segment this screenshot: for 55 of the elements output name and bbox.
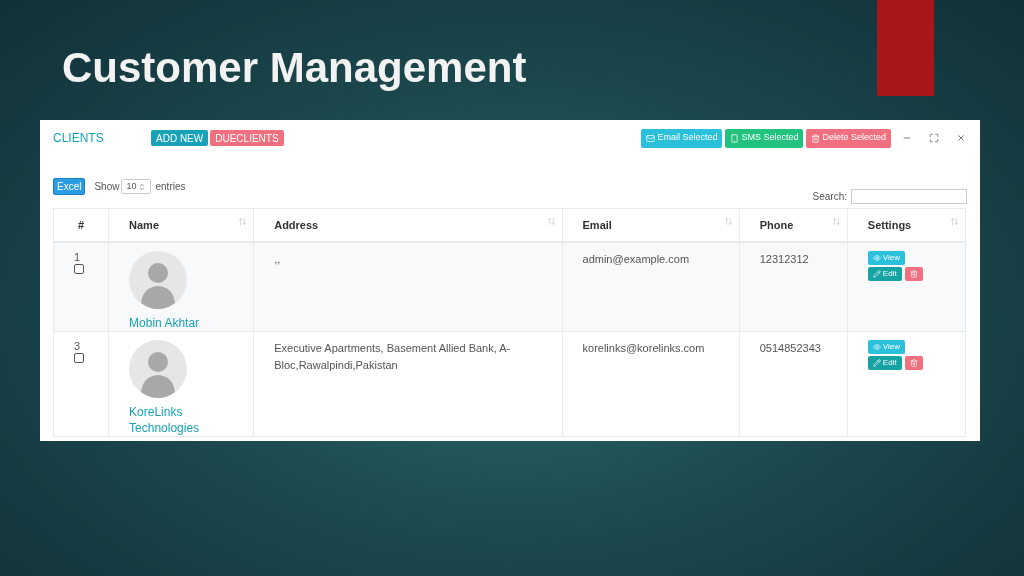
fullscreen-icon[interactable] bbox=[929, 133, 939, 143]
column-header[interactable]: Phone bbox=[739, 208, 848, 242]
column-header[interactable]: Address bbox=[253, 208, 563, 242]
sort-icon bbox=[831, 217, 841, 226]
action-icon bbox=[646, 133, 656, 143]
sort-icon bbox=[238, 217, 248, 226]
bulk-action-button[interactable]: Delete Selected bbox=[806, 128, 891, 148]
row-number: 1 bbox=[74, 250, 81, 263]
column-header[interactable]: Settings bbox=[847, 208, 966, 242]
avatar-icon bbox=[129, 250, 188, 309]
slide-title: Customer Management bbox=[62, 43, 527, 93]
column-header[interactable]: Name bbox=[108, 208, 254, 242]
pencil-icon bbox=[872, 269, 881, 278]
edit-button[interactable]: Edit bbox=[867, 356, 902, 370]
email-text: korelinks@korelinks.com bbox=[582, 342, 705, 354]
phone-text: 12312312 bbox=[759, 252, 809, 265]
trash-icon bbox=[909, 269, 918, 278]
trash-icon bbox=[909, 359, 918, 367]
show-label: Show bbox=[94, 180, 120, 194]
edit-button[interactable]: Edit bbox=[867, 266, 902, 281]
view-button[interactable]: View bbox=[867, 340, 906, 354]
panel-button[interactable]: DUECLIENTS bbox=[210, 130, 284, 146]
client-name[interactable]: Mobin Akhtar bbox=[129, 314, 200, 331]
delete-button[interactable] bbox=[904, 266, 923, 281]
panel-button[interactable]: ADD NEW bbox=[151, 130, 209, 146]
excel-button[interactable]: Excel bbox=[53, 178, 86, 195]
bulk-action-button[interactable]: Email Selected bbox=[641, 128, 723, 148]
search-label: Search: bbox=[812, 190, 847, 204]
panel-title: CLIENTS bbox=[53, 130, 105, 147]
sort-icon bbox=[950, 217, 959, 226]
page-size-select[interactable]: 10 bbox=[121, 179, 152, 194]
action-icon bbox=[811, 133, 821, 143]
email-text: admin@example.com bbox=[582, 252, 690, 265]
row-number: 3 bbox=[74, 340, 81, 352]
avatar-icon bbox=[129, 340, 188, 398]
close-icon[interactable] bbox=[956, 133, 966, 143]
action-icon bbox=[730, 133, 740, 143]
entries-label: entries bbox=[155, 180, 186, 194]
spinner-icon bbox=[138, 182, 147, 191]
address-text: ,, bbox=[274, 252, 281, 265]
address-text: Executive Apartments, Basement Allied Bank, A-Bloc,Rawalpindi,Pakistan bbox=[274, 342, 511, 371]
column-header[interactable]: # bbox=[53, 208, 109, 242]
eye-icon bbox=[872, 343, 881, 351]
row-checkbox[interactable] bbox=[74, 263, 84, 274]
search-field[interactable] bbox=[851, 189, 967, 204]
column-header[interactable]: Email bbox=[562, 208, 740, 242]
view-button[interactable]: View bbox=[867, 250, 906, 265]
phone-text: 0514852343 bbox=[759, 342, 821, 354]
delete-button[interactable] bbox=[904, 356, 923, 370]
sort-icon bbox=[723, 217, 733, 226]
sort-icon bbox=[546, 217, 556, 226]
bulk-action-button[interactable]: SMS Selected bbox=[725, 128, 804, 148]
eye-icon bbox=[872, 253, 881, 262]
row-checkbox[interactable] bbox=[74, 353, 84, 363]
pencil-icon bbox=[872, 359, 881, 367]
